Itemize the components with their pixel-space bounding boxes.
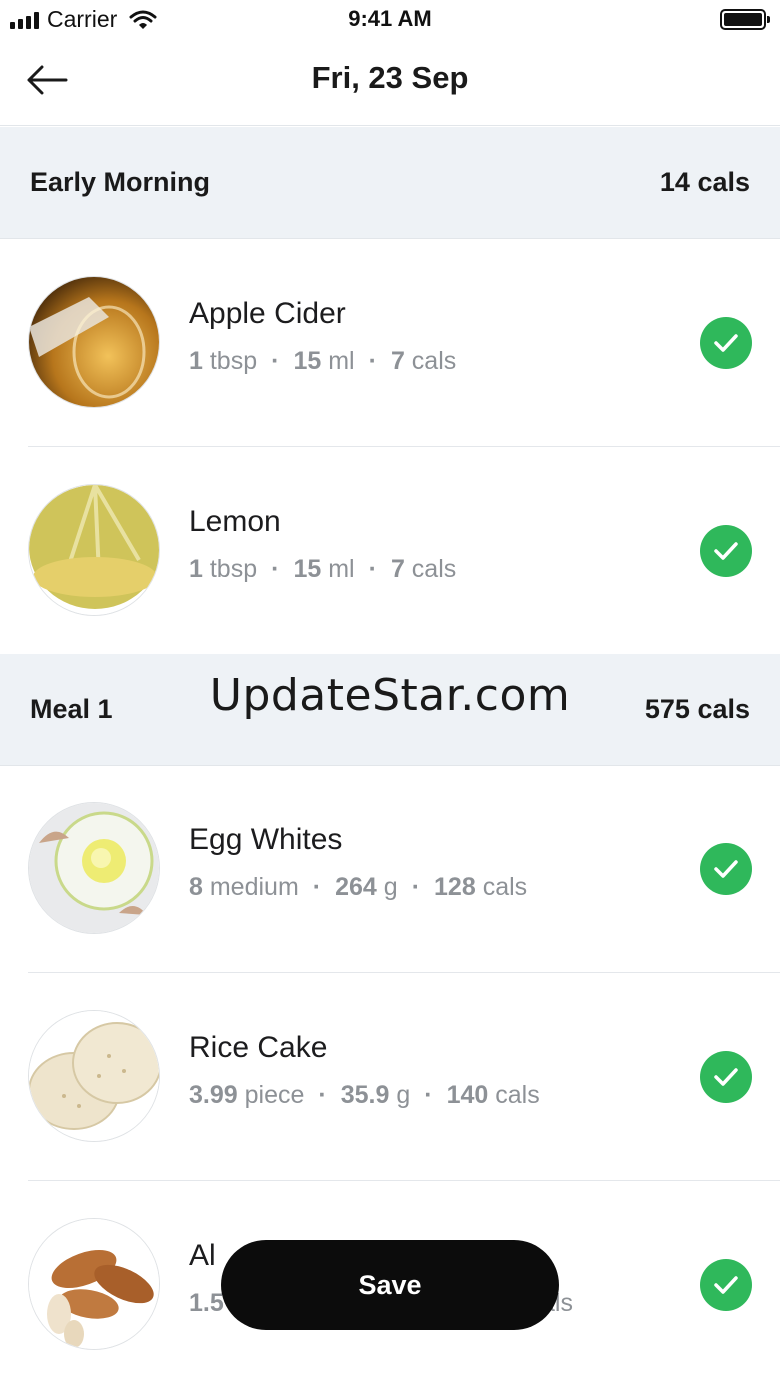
food-name: Al	[189, 1239, 216, 1272]
apple-cider-image	[28, 276, 160, 408]
egg-whites-image	[28, 802, 160, 934]
weight-unit: ml	[328, 555, 355, 583]
checkmark-icon[interactable]	[700, 1051, 752, 1103]
quantity-value: 1	[189, 555, 203, 583]
quantity-unit: tbsp	[209, 347, 258, 375]
weight-unit: ml	[328, 347, 355, 375]
food-name: Lemon	[189, 505, 281, 538]
weight-value: 15	[293, 555, 322, 583]
food-name: Egg Whites	[189, 823, 343, 856]
section-header-meal-1: Meal 1 575 cals	[0, 654, 780, 766]
quantity-value: 1	[189, 347, 203, 375]
weight-unit: g	[396, 1081, 411, 1109]
navigation-bar: Fri, 23 Sep	[0, 40, 780, 126]
quantity-unit: piece	[244, 1081, 305, 1109]
rice-cake-image	[28, 1010, 160, 1142]
food-details: 1.5 als	[189, 1289, 573, 1318]
page-title: Fri, 23 Sep	[311, 60, 469, 95]
food-name: Apple Cider	[189, 297, 346, 330]
status-time: 9:41 AM	[348, 6, 432, 31]
food-item-rice-cake[interactable]: Rice Cake 3.99 piece · 35.9 g · 140 cals	[0, 973, 780, 1181]
calories-value: 128	[434, 873, 476, 901]
calories-unit: cals	[495, 1081, 540, 1109]
calories-unit: cals	[482, 873, 528, 901]
checkmark-icon[interactable]	[700, 317, 752, 369]
weight-unit: g	[383, 873, 398, 901]
calories-value: 7	[390, 347, 405, 375]
weight-value: 264	[335, 873, 377, 901]
quantity-value: 3.99	[189, 1081, 238, 1109]
quantity-unit: tbsp	[209, 555, 258, 583]
quantity-unit: medium	[209, 873, 299, 901]
food-item-lemon[interactable]: Lemon 1 tbsp · 15 ml · 7 cals	[0, 447, 780, 655]
section-header-early-morning: Early Morning 14 cals	[0, 127, 780, 239]
checkmark-icon[interactable]	[700, 843, 752, 895]
calories-value: 7	[390, 555, 405, 583]
calories-unit: cals	[411, 347, 457, 375]
almonds-image	[28, 1218, 160, 1350]
weight-value: 35.9	[340, 1081, 390, 1109]
checkmark-icon[interactable]	[700, 525, 752, 577]
calories-value: 140	[446, 1081, 489, 1109]
checkmark-icon[interactable]	[700, 1259, 752, 1311]
quantity-value: 1.5	[189, 1289, 224, 1317]
save-button[interactable]: Save	[221, 1240, 559, 1330]
food-details: 3.99 piece · 35.9 g · 140 cals	[189, 1081, 540, 1109]
quantity-value: 8	[189, 873, 203, 901]
food-details: 8 medium · 264 g · 128 cals	[189, 873, 528, 901]
weight-value: 15	[293, 347, 322, 375]
battery-icon	[720, 9, 770, 30]
calories-unit: cals	[411, 555, 457, 583]
food-details: 1 tbsp · 15 ml · 7 cals	[189, 555, 457, 583]
section-title: Early Morning	[30, 167, 211, 197]
lemon-image	[28, 484, 160, 616]
status-bar: Carrier 9:41 AM	[0, 0, 780, 40]
section-calories: 575 cals	[644, 694, 750, 724]
section-calories: 14 cals	[659, 167, 750, 197]
food-name: Rice Cake	[189, 1031, 328, 1064]
food-item-egg-whites[interactable]: Egg Whites 8 medium · 264 g · 128 cals	[0, 765, 780, 973]
food-item-apple-cider[interactable]: Apple Cider 1 tbsp · 15 ml · 7 cals	[0, 239, 780, 447]
food-details: 1 tbsp · 15 ml · 7 cals	[189, 347, 457, 375]
section-title: Meal 1	[30, 694, 113, 724]
